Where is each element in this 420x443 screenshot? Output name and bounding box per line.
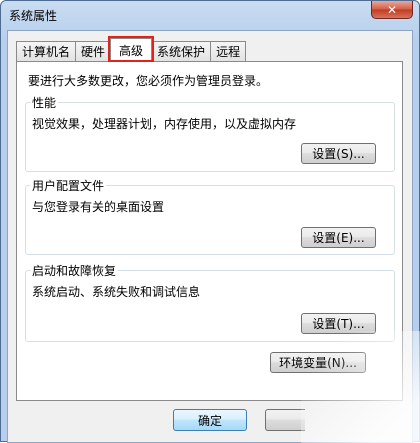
window-title: 系统属性 xyxy=(9,9,58,23)
dialog-client-area: 计算机名 硬件 高级 系统保护 远程 要进行大多数更改，您必须作为管理员登录。 … xyxy=(7,30,413,443)
user-profiles-settings-button[interactable]: 设置(E)... xyxy=(301,227,376,248)
system-properties-window: 系统属性 ✕ 计算机名 硬件 高级 系统保护 远程 要进行大多数更改，您必须作为… xyxy=(0,0,420,443)
close-button[interactable]: ✕ xyxy=(371,1,413,19)
user-profiles-group-label: 用户配置文件 xyxy=(30,177,107,194)
startup-recovery-settings-button[interactable]: 设置(T)... xyxy=(301,313,376,334)
tab-label: 硬件 xyxy=(81,45,106,59)
performance-settings-button[interactable]: 设置(S)... xyxy=(301,143,376,164)
startup-recovery-group-label: 启动和故障恢复 xyxy=(30,262,119,279)
environment-variables-button[interactable]: 环境变量(N)... xyxy=(270,352,366,373)
performance-group: 性能 视觉效果，处理器计划，内存使用，以及虚拟内存 设置(S)... xyxy=(25,94,395,172)
startup-recovery-description: 系统启动、系统失败和调试信息 xyxy=(32,285,201,299)
tab-system-protection[interactable]: 系统保护 xyxy=(151,41,212,61)
performance-group-label: 性能 xyxy=(30,94,59,111)
user-profiles-group: 用户配置文件 与您登录有关的桌面设置 设置(E)... xyxy=(25,177,395,255)
title-bar[interactable]: 系统属性 ✕ xyxy=(1,1,419,29)
cancel-button[interactable] xyxy=(265,409,305,431)
admin-notice: 要进行大多数更改，您必须作为管理员登录。 xyxy=(28,74,269,88)
tab-label: 系统保护 xyxy=(157,45,206,59)
ok-button[interactable]: 确定 xyxy=(173,409,247,431)
tab-computer-name[interactable]: 计算机名 xyxy=(16,41,77,61)
advanced-tab-page: 要进行大多数更改，您必须作为管理员登录。 性能 视觉效果，处理器计划，内存使用，… xyxy=(16,61,403,401)
performance-description: 视觉效果，处理器计划，内存使用，以及虚拟内存 xyxy=(32,117,297,131)
tab-remote[interactable]: 远程 xyxy=(210,41,247,61)
user-profiles-description: 与您登录有关的桌面设置 xyxy=(32,200,165,214)
tab-label: 计算机名 xyxy=(22,45,71,59)
tab-hardware[interactable]: 硬件 xyxy=(75,41,112,61)
tab-label: 远程 xyxy=(216,45,241,59)
tab-label: 高级 xyxy=(119,43,144,58)
startup-recovery-group: 启动和故障恢复 系统启动、系统失败和调试信息 设置(T)... xyxy=(25,262,395,342)
close-icon: ✕ xyxy=(386,2,398,17)
tab-advanced[interactable]: 高级 xyxy=(108,36,155,62)
tab-strip: 计算机名 硬件 高级 系统保护 远程 xyxy=(16,36,247,62)
